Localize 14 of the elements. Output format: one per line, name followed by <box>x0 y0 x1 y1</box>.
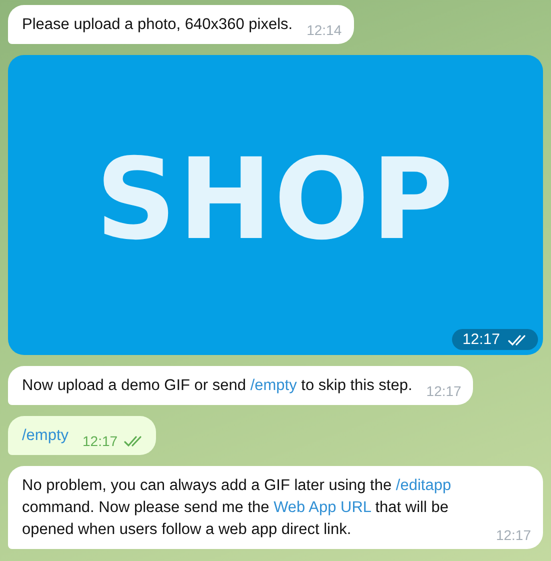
message-text: Please upload a photo, 640x360 pixels. <box>22 15 293 35</box>
message-time: 12:17 <box>496 526 531 545</box>
command-link[interactable]: Web App URL <box>274 499 371 516</box>
command-link[interactable]: /empty <box>250 377 297 394</box>
time-badge: 12:17 <box>452 329 538 350</box>
message-time: 12:17 <box>426 382 462 401</box>
command-link[interactable]: /empty <box>22 427 69 444</box>
message-time: 12:14 <box>306 21 342 40</box>
command-link[interactable]: /editapp <box>396 477 452 494</box>
shop-image[interactable]: SHOP 12:17 <box>8 55 543 355</box>
message-text: Now upload a demo GIF or send /empty to skip this step. <box>22 376 412 396</box>
image-caption: SHOP <box>96 135 456 265</box>
message-time: 12:17 <box>82 432 118 451</box>
message-text: No problem, you can always add a GIF later using the /editapp command. Now please send me the Web App URL that will be opened when users follow a web app direct link. <box>22 476 452 540</box>
